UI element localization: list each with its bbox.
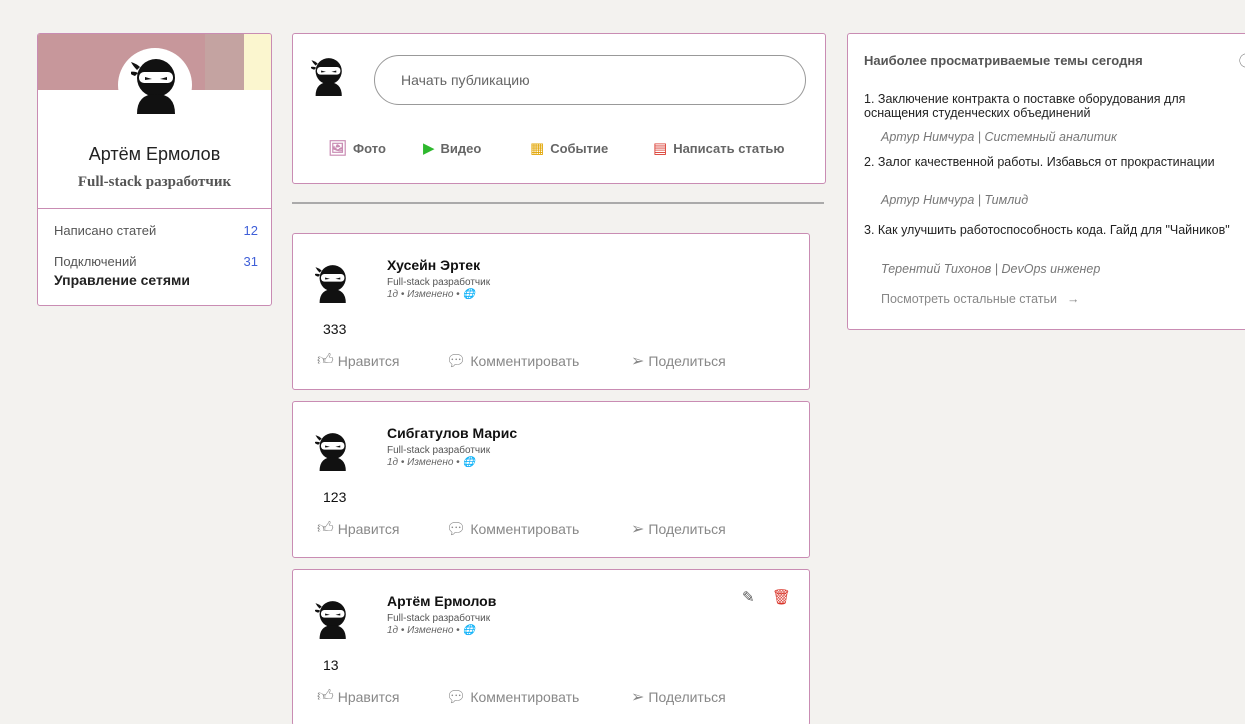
arrow-right-icon: → — [1066, 292, 1080, 306]
comment-icon: 💬︎ — [446, 689, 467, 706]
post-meta: 1д • Изменено • 🌐 — [387, 625, 475, 636]
trending-topic-author: Терентий Тихонов | DevOps инженер — [881, 262, 1101, 276]
post-card: Хусейн Эртек Full-stack разработчик 1д •… — [292, 233, 810, 390]
action-label: Фото — [353, 140, 386, 156]
trending-topic-title[interactable]: 3. Как улучшить работоспособность кода. … — [864, 223, 1245, 237]
post-card: Артём Ермолов Full-stack разработчик 1д … — [292, 569, 810, 724]
post-content: 333 — [323, 321, 347, 337]
ninja-avatar-icon — [131, 59, 175, 114]
divider — [38, 208, 271, 209]
post-avatar[interactable] — [314, 263, 349, 308]
photo-button[interactable]: 🖼 Фото — [328, 138, 386, 158]
send-icon: ➢ — [631, 353, 645, 370]
ninja-avatar-icon — [314, 265, 346, 303]
thumbs-up-icon: 👍︎ — [317, 688, 334, 705]
profile-name[interactable]: Артём Ермолов — [38, 144, 271, 165]
start-post-input[interactable]: Начать публикацию — [374, 55, 806, 105]
post-avatar[interactable] — [314, 599, 349, 644]
user-avatar — [310, 56, 345, 101]
stat-label: Подключений — [54, 254, 137, 269]
send-icon: ➢ — [631, 521, 645, 538]
action-label: Нравится — [337, 520, 400, 537]
action-label: Написать статью — [673, 140, 785, 156]
post-author[interactable]: Хусейн Эртек — [387, 257, 480, 273]
trash-icon[interactable]: 🗑︎ — [772, 588, 791, 606]
post-card: Сибгатулов Марис Full-stack разработчик … — [292, 401, 810, 558]
action-label: Поделиться — [648, 521, 726, 537]
post-content: 123 — [323, 489, 347, 505]
ninja-avatar-icon — [314, 601, 346, 639]
see-more-label: Посмотреть остальные статьи — [881, 292, 1057, 306]
post-author[interactable]: Артём Ермолов — [387, 593, 496, 609]
post-meta: 1д • Изменено • 🌐 — [387, 289, 475, 300]
action-label: Комментировать — [470, 689, 580, 705]
trending-topics-card: Наиболее просматриваемые темы сегодня ⓘ … — [847, 33, 1245, 330]
action-label: Комментировать — [470, 521, 580, 537]
like-button[interactable]: 👍︎ Нравится — [317, 687, 400, 706]
action-label: Нравится — [337, 352, 400, 369]
share-button[interactable]: ➢ Поделиться — [631, 519, 726, 539]
comment-button[interactable]: 💬︎ Комментировать — [446, 519, 579, 539]
write-article-button[interactable]: ▤ Написать статью — [653, 138, 785, 158]
action-label: Комментировать — [470, 353, 580, 369]
action-label: Поделиться — [648, 689, 726, 705]
trending-topic-author: Артур Нимчура | Системный аналитик — [881, 130, 1117, 144]
send-icon: ➢ — [631, 689, 645, 706]
post-avatar[interactable] — [314, 431, 349, 476]
post-content: 13 — [323, 657, 339, 673]
video-button[interactable]: ▶ Видео — [423, 138, 481, 158]
stat-articles[interactable]: Написано статей 12 — [54, 223, 258, 238]
feed-divider — [292, 202, 824, 204]
trending-topic-title[interactable]: 2. Залог качественной работы. Избавься о… — [864, 155, 1245, 169]
stat-value: 31 — [243, 254, 258, 269]
info-icon[interactable]: ⓘ — [1239, 50, 1245, 71]
ninja-avatar-icon — [314, 433, 346, 471]
action-label: Событие — [550, 140, 609, 156]
comment-icon: 💬︎ — [446, 521, 467, 538]
stat-label: Написано статей — [54, 223, 157, 238]
see-more-articles-link[interactable]: Посмотреть остальные статьи → — [881, 292, 1079, 306]
manage-networks-link[interactable]: Управление сетями — [54, 272, 190, 288]
comment-button[interactable]: 💬︎ Комментировать — [446, 687, 579, 707]
action-label: Видео — [440, 140, 482, 156]
share-box: Начать публикацию 🖼 Фото ▶ Видео ▦ Событ… — [292, 33, 826, 184]
share-button[interactable]: ➢ Поделиться — [631, 687, 726, 707]
trending-topic-title[interactable]: 1. Заключение контракта о поставке обору… — [864, 92, 1245, 120]
calendar-icon: ▦ — [530, 140, 545, 157]
profile-avatar[interactable] — [118, 48, 192, 122]
profile-card: Артём Ермолов Full-stack разработчик Нап… — [37, 33, 272, 306]
action-label: Нравится — [337, 688, 400, 705]
like-button[interactable]: 👍︎ Нравится — [317, 519, 400, 538]
photo-icon: 🖼 — [328, 140, 348, 157]
post-author-role: Full-stack разработчик — [387, 277, 491, 288]
action-label: Поделиться — [648, 353, 726, 369]
post-author[interactable]: Сибгатулов Марис — [387, 425, 517, 441]
trending-topic-author: Артур Нимчура | Тимлид — [881, 193, 1029, 207]
stat-connections[interactable]: Подключений 31 — [54, 254, 258, 269]
share-button[interactable]: ➢ Поделиться — [631, 351, 726, 371]
profile-title: Full-stack разработчик — [77, 174, 232, 190]
event-button[interactable]: ▦ Событие — [530, 138, 608, 158]
post-meta: 1д • Изменено • 🌐 — [387, 457, 475, 468]
ninja-avatar-icon — [310, 58, 342, 96]
edit-icon[interactable]: ✎ — [742, 588, 755, 606]
thumbs-up-icon: 👍︎ — [317, 352, 334, 369]
post-author-role: Full-stack разработчик — [387, 445, 491, 456]
article-icon: ▤ — [653, 140, 668, 157]
stat-value: 12 — [243, 223, 258, 238]
comment-icon: 💬︎ — [446, 353, 467, 370]
play-icon: ▶ — [423, 140, 435, 157]
like-button[interactable]: 👍︎ Нравится — [317, 351, 400, 370]
post-author-role: Full-stack разработчик — [387, 613, 491, 624]
thumbs-up-icon: 👍︎ — [317, 520, 334, 537]
trending-heading: Наиболее просматриваемые темы сегодня — [864, 53, 1143, 68]
comment-button[interactable]: 💬︎ Комментировать — [446, 351, 579, 371]
